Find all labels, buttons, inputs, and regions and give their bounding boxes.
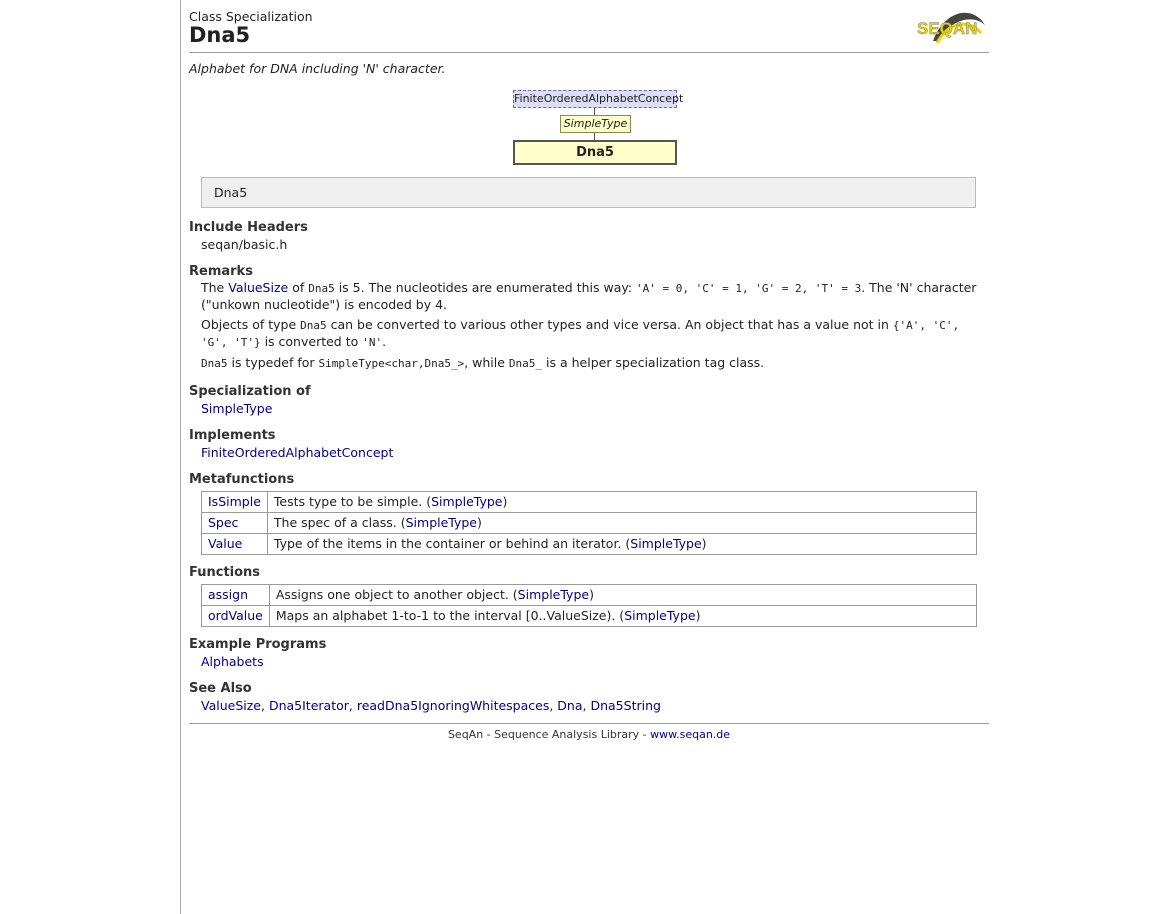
see-also-links: ValueSize, Dna5Iterator, readDna5Ignorin… [201, 697, 989, 714]
function-name-link[interactable]: ordValue [208, 608, 263, 623]
diagram-concept-box[interactable]: FiniteOrderedAlphabetConcept [513, 90, 683, 108]
simpletype-link[interactable]: SimpleType [624, 608, 695, 623]
examples-heading: Example Programs [189, 637, 327, 652]
see-also-section: See Also ValueSize, Dna5Iterator, readDn… [189, 680, 989, 714]
inheritance-diagram: FiniteOrderedAlphabetConcept SimpleType … [189, 90, 989, 166]
page-kind-label: Class Specialization [189, 9, 313, 24]
text: ) [695, 608, 701, 623]
example-program-link[interactable]: Alphabets [201, 654, 264, 669]
table-row: assign Assigns one object to another obj… [201, 584, 978, 606]
simpletype-link[interactable]: SimpleType [431, 494, 502, 509]
diagram-parent-box[interactable]: SimpleType [560, 115, 631, 133]
summary-text: Alphabet for DNA including 'N' character… [189, 61, 446, 76]
metafunction-name-link[interactable]: Spec [208, 515, 238, 530]
footer-website-link[interactable]: www.seqan.de [650, 728, 730, 741]
page-title: Dna5 [189, 23, 251, 47]
header-divider [189, 52, 989, 53]
examples-section: Example Programs Alphabets [189, 636, 989, 670]
text: ) [502, 494, 508, 509]
specialization-section: Specialization of SimpleType [189, 383, 989, 417]
include-value: seqan/basic.h [201, 237, 288, 252]
left-border-line [180, 0, 181, 914]
remarks-body: The ValueSize of Dna5 is 5. The nucleoti… [201, 280, 989, 372]
text: The [201, 280, 229, 295]
text: can be converted to various other types … [326, 317, 893, 332]
remarks-paragraph-2: Objects of type Dna5 can be converted to… [201, 317, 989, 351]
specialization-heading: Specialization of [189, 384, 311, 399]
see-also-link[interactable]: Dna [557, 698, 582, 713]
valuesize-link[interactable]: ValueSize [228, 280, 288, 295]
simpletype-link[interactable]: SimpleType [630, 536, 701, 551]
function-name-link[interactable]: assign [208, 587, 248, 602]
code: 'A' = 0, 'C' = 1, 'G' = 2, 'T' = 3 [636, 282, 862, 295]
text: ) [701, 536, 707, 551]
metafunction-desc: Type of the items in the container or be… [273, 536, 631, 551]
table-row: Spec The spec of a class. (SimpleType) [201, 512, 978, 534]
include-heading: Include Headers [189, 220, 308, 235]
code: SimpleType<char,Dna5_> [318, 357, 465, 370]
signature-box: Dna5 [201, 177, 976, 208]
metafunction-desc: The spec of a class. ( [273, 515, 406, 530]
remarks-paragraph-3: Dna5 is typedef for SimpleType<char,Dna5… [201, 355, 989, 372]
code: Dna5_ [508, 357, 543, 370]
table-row: Value Type of the items in the container… [201, 533, 978, 555]
footer-divider [189, 723, 989, 724]
text: . [382, 334, 387, 349]
separator: , [348, 698, 357, 713]
metafunction-desc: Tests type to be simple. ( [273, 494, 432, 509]
metafunction-name-link[interactable]: Value [208, 536, 242, 551]
text: is typedef for [227, 355, 319, 370]
diagram-connector [594, 133, 595, 140]
simpletype-link[interactable]: SimpleType [518, 587, 589, 602]
table-row: IsSimple Tests type to be simple. (Simpl… [201, 491, 978, 513]
simpletype-link[interactable]: SimpleType [406, 515, 477, 530]
specialization-link[interactable]: SimpleType [201, 401, 272, 416]
footer-text: SeqAn - Sequence Analysis Library - [447, 728, 651, 741]
footer: SeqAn - Sequence Analysis Library - www.… [189, 728, 989, 741]
see-also-link[interactable]: Dna5String [590, 698, 660, 713]
text: Objects of type [201, 317, 301, 332]
see-also-link[interactable]: Dna5Iterator [269, 698, 349, 713]
separator: , [261, 698, 269, 713]
diagram-connector [594, 108, 595, 115]
text: ) [477, 515, 482, 530]
include-section: Include Headers seqan/basic.h [189, 219, 989, 253]
function-desc: Maps an alphabet 1-to-1 to the interval … [275, 608, 625, 623]
functions-heading: Functions [189, 565, 261, 580]
text: is a helper specialization tag class. [542, 355, 765, 370]
see-also-link[interactable]: ValueSize [201, 698, 261, 713]
implements-section: Implements FiniteOrderedAlphabetConcept [189, 427, 989, 461]
table-row: ordValue Maps an alphabet 1-to-1 to the … [201, 605, 978, 627]
function-desc: Assigns one object to another object. ( [275, 587, 518, 602]
text: is 5. The nucleotides are enumerated thi… [334, 280, 637, 295]
functions-table: assign Assigns one object to another obj… [201, 584, 978, 627]
metafunction-name-link[interactable]: IsSimple [208, 494, 261, 509]
metafunctions-heading: Metafunctions [189, 472, 295, 487]
logo-text: SEQAN [917, 19, 977, 38]
text: is converted to [260, 334, 363, 349]
functions-section: Functions assign Assigns one object to a… [189, 564, 989, 627]
code: Dna5 [308, 282, 335, 295]
see-also-heading: See Also [189, 681, 252, 696]
code: 'N' [362, 336, 383, 349]
diagram-self-box: Dna5 [513, 140, 677, 165]
text: ) [589, 587, 594, 602]
see-also-link[interactable]: readDna5IgnoringWhitespaces [357, 698, 550, 713]
text: of [288, 280, 309, 295]
code: Dna5 [300, 319, 327, 332]
metafunctions-table: IsSimple Tests type to be simple. (Simpl… [201, 491, 978, 555]
implements-link[interactable]: FiniteOrderedAlphabetConcept [201, 445, 393, 460]
seqan-logo[interactable]: SEQAN [915, 7, 989, 47]
remarks-section: Remarks The ValueSize of Dna5 is 5. The … [189, 263, 989, 376]
text: , while [464, 355, 509, 370]
metafunctions-section: Metafunctions IsSimple Tests type to be … [189, 471, 989, 555]
code: Dna5 [201, 357, 228, 370]
implements-heading: Implements [189, 428, 276, 443]
remarks-paragraph-1: The ValueSize of Dna5 is 5. The nucleoti… [201, 280, 989, 313]
remarks-heading: Remarks [189, 264, 253, 279]
